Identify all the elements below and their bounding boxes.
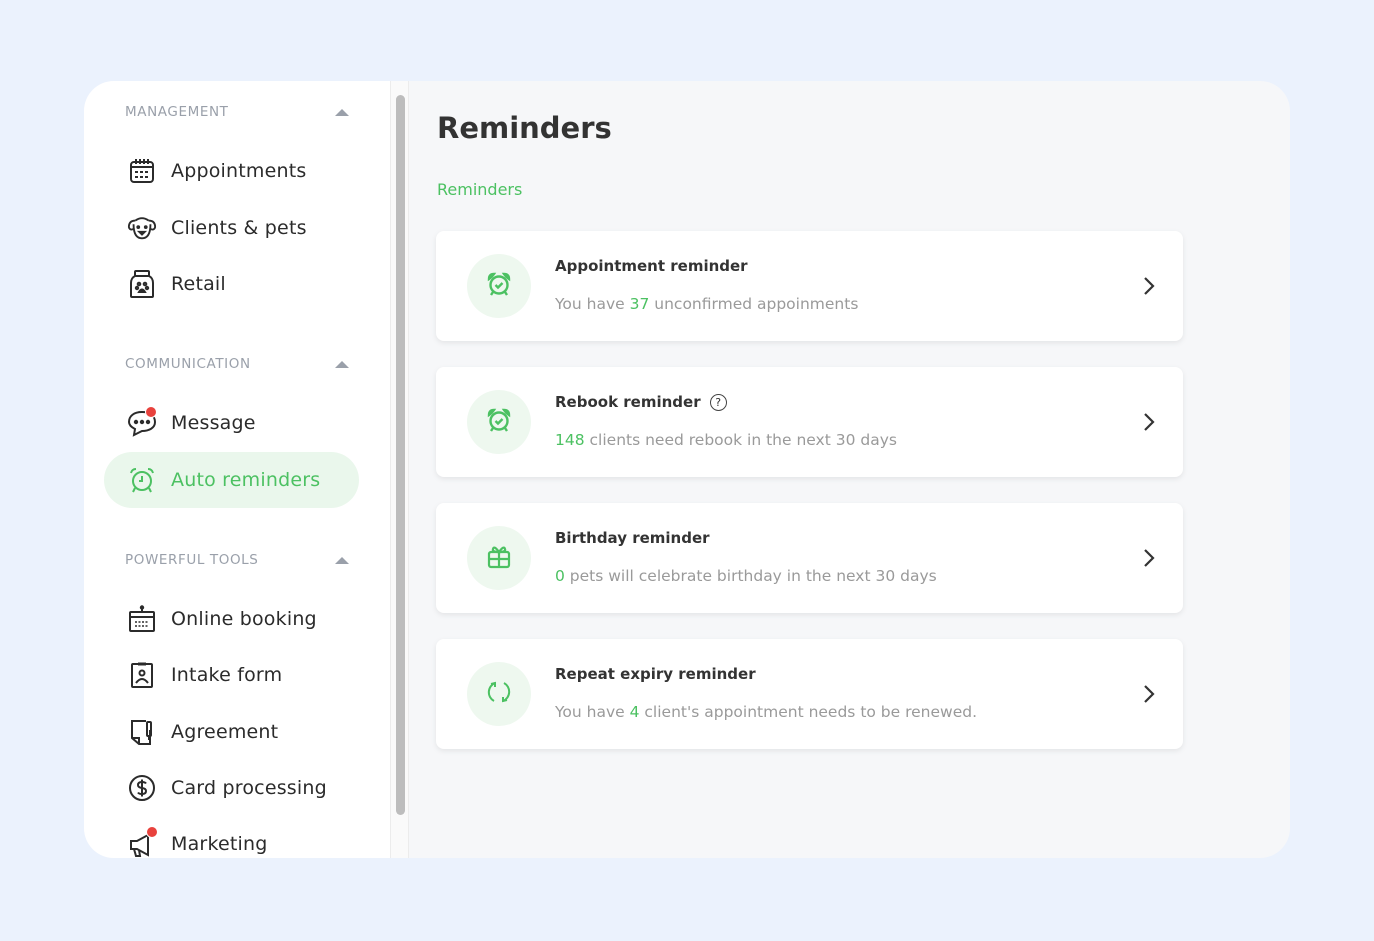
card-title: Birthday reminder [555, 529, 710, 547]
subtitle-suffix: pets will celebrate birthday in the next… [564, 567, 937, 585]
document-pen-icon [127, 717, 157, 747]
app-window: MANAGEMENT Appointments Clients & pets R… [84, 81, 1290, 858]
megaphone-icon [127, 826, 158, 858]
pet-food-bag-icon [127, 269, 157, 299]
section-title: COMMUNICATION [125, 356, 251, 372]
sidebar-item-label: Marketing [171, 833, 268, 855]
card-title-text: Appointment reminder [555, 257, 748, 275]
sidebar-item-online-booking[interactable]: Online booking [104, 591, 359, 647]
chevron-right-icon[interactable] [1143, 276, 1155, 300]
icon-circle [467, 254, 531, 318]
sidebar-item-label: Online booking [171, 608, 317, 630]
count-value: 4 [629, 703, 640, 721]
card-title-text: Rebook reminder [555, 393, 701, 411]
section-header-powerful-tools[interactable]: POWERFUL TOOLS [125, 552, 349, 568]
notification-badge [145, 406, 157, 418]
alarm-clock-icon [127, 465, 157, 495]
count-value: 148 [555, 431, 585, 449]
collapse-caret-icon[interactable] [335, 360, 349, 368]
sidebar-item-label: Auto reminders [171, 469, 321, 491]
clipboard-person-icon [127, 660, 157, 690]
reminder-card-appointment[interactable]: Appointment reminder You have 37 unconfi… [436, 231, 1183, 341]
main-content: Reminders Reminders Appointment reminder… [410, 81, 1290, 858]
sidebar-item-label: Retail [171, 273, 226, 295]
sidebar-item-retail[interactable]: Retail [104, 256, 359, 312]
reminder-card-birthday[interactable]: Birthday reminder 0 pets will celebrate … [436, 503, 1183, 613]
sidebar-item-card-processing[interactable]: Card processing [104, 760, 359, 816]
collapse-caret-icon[interactable] [335, 556, 349, 564]
calendar-icon [127, 156, 157, 186]
sidebar-item-auto-reminders[interactable]: Auto reminders [104, 452, 359, 508]
subtitle-suffix: clients need rebook in the next 30 days [584, 431, 897, 449]
sidebar-item-intake-form[interactable]: Intake form [104, 647, 359, 703]
subtitle-prefix: You have [555, 703, 630, 721]
sidebar-item-label: Appointments [171, 160, 307, 182]
chevron-right-icon[interactable] [1143, 412, 1155, 436]
sidebar-item-message[interactable]: Message [104, 395, 359, 451]
alarm-clock-check-icon [486, 407, 512, 437]
page-title: Reminders [437, 111, 612, 145]
section-title: POWERFUL TOOLS [125, 552, 259, 568]
reminder-card-repeat-expiry[interactable]: Repeat expiry reminder You have 4 client… [436, 639, 1183, 749]
sidebar-item-appointments[interactable]: Appointments [104, 143, 359, 199]
card-title: Repeat expiry reminder [555, 665, 756, 683]
sidebar: MANAGEMENT Appointments Clients & pets R… [84, 81, 390, 858]
notification-badge [146, 826, 158, 838]
card-title: Appointment reminder [555, 257, 748, 275]
help-question-icon[interactable]: ? [709, 393, 727, 411]
sidebar-item-label: Card processing [171, 777, 327, 799]
section-header-management[interactable]: MANAGEMENT [125, 104, 349, 120]
icon-circle [467, 390, 531, 454]
sidebar-item-marketing[interactable]: Marketing [104, 816, 359, 858]
gift-icon [486, 543, 512, 573]
icon-circle [467, 662, 531, 726]
section-header-communication[interactable]: COMMUNICATION [125, 356, 349, 372]
dog-icon [127, 213, 157, 243]
sidebar-item-label: Intake form [171, 664, 283, 686]
chevron-right-icon[interactable] [1143, 684, 1155, 708]
subtitle-suffix: client's appointment needs to be renewed… [639, 703, 978, 721]
sidebar-item-agreement[interactable]: Agreement [104, 704, 359, 760]
card-title-text: Repeat expiry reminder [555, 665, 756, 683]
refresh-icon [485, 678, 513, 710]
card-subtitle: 0 pets will celebrate birthday in the ne… [555, 567, 937, 585]
icon-circle [467, 526, 531, 590]
sidebar-item-label: Agreement [171, 721, 279, 743]
section-title: MANAGEMENT [125, 104, 229, 120]
reminder-card-rebook[interactable]: Rebook reminder? 148 clients need rebook… [436, 367, 1183, 477]
scrollbar-thumb[interactable] [396, 95, 405, 815]
alarm-clock-check-icon [486, 271, 512, 301]
card-title-text: Birthday reminder [555, 529, 710, 547]
chat-bubble-icon [127, 406, 157, 438]
count-value: 37 [629, 295, 650, 313]
collapse-caret-icon[interactable] [335, 108, 349, 116]
sidebar-item-clients-pets[interactable]: Clients & pets [104, 200, 359, 256]
card-subtitle: You have 4 client's appointment needs to… [555, 703, 977, 721]
sidebar-item-label: Message [171, 412, 256, 434]
sidebar-scrollbar[interactable] [390, 81, 409, 858]
breadcrumb[interactable]: Reminders [437, 180, 522, 199]
sidebar-item-label: Clients & pets [171, 217, 307, 239]
dollar-circle-icon [127, 773, 157, 803]
count-value: 0 [555, 567, 565, 585]
booking-calendar-icon [127, 604, 157, 634]
card-subtitle: You have 37 unconfirmed appoinments [555, 295, 858, 313]
subtitle-prefix: You have [555, 295, 630, 313]
card-title: Rebook reminder? [555, 393, 727, 411]
subtitle-suffix: unconfirmed appoinments [649, 295, 859, 313]
chevron-right-icon[interactable] [1143, 548, 1155, 572]
card-subtitle: 148 clients need rebook in the next 30 d… [555, 431, 897, 449]
